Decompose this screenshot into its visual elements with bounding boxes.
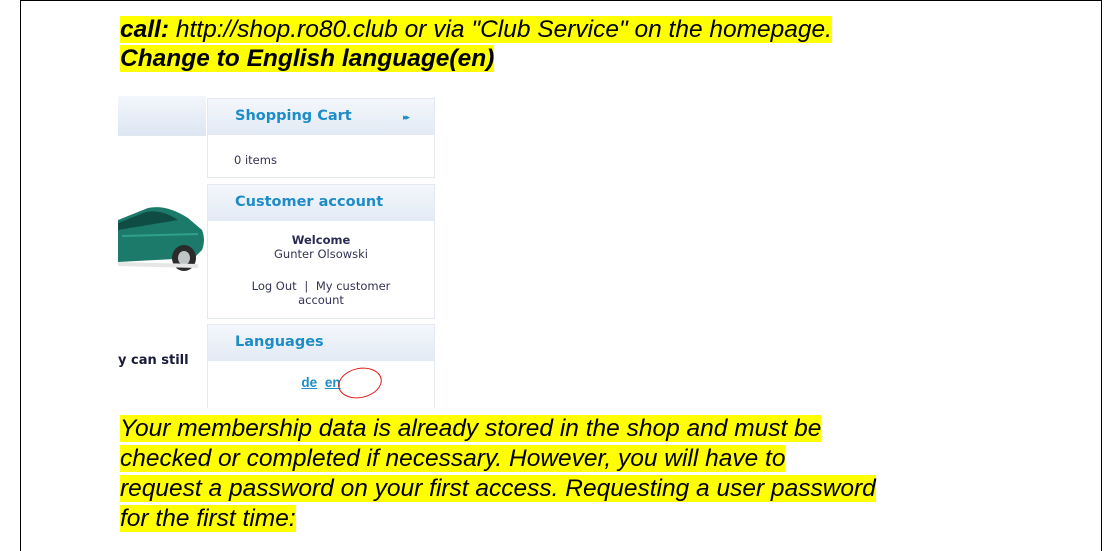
welcome-label: Welcome <box>291 233 351 247</box>
membership-paragraph: Your membership data is already stored i… <box>120 414 1100 534</box>
user-name: Gunter Olsowski <box>274 247 368 261</box>
shop-screenshot: y can still Shopping Cart ▸▸ 0 items Cus… <box>118 96 438 408</box>
shopping-cart-box: Shopping Cart ▸▸ 0 items <box>207 98 435 178</box>
languages-header: Languages <box>208 325 434 361</box>
shopping-cart-title: Shopping Cart <box>235 108 352 124</box>
language-de-link[interactable]: de <box>299 375 319 390</box>
cart-items: 0 items <box>234 153 277 167</box>
logout-link[interactable]: Log Out <box>252 279 297 293</box>
languages-box: Languages de en <box>207 324 435 408</box>
paragraph-line: request a password on your first access.… <box>120 475 876 502</box>
customer-account-box: Customer account Welcome Gunter Olsowski… <box>207 184 435 319</box>
change-language-text: Change to English language(en) <box>120 45 495 72</box>
intro-line-language: Change to English language(en) <box>120 44 495 73</box>
my-account-link[interactable]: My customer <box>316 279 391 293</box>
double-arrow-icon[interactable]: ▸▸ <box>403 113 410 123</box>
call-label: call: <box>120 16 170 43</box>
left-cut-text: y can still <box>118 353 189 368</box>
languages-title: Languages <box>235 334 324 350</box>
customer-account-header: Customer account <box>208 185 434 221</box>
red-circle-annotation <box>335 363 385 403</box>
call-text: http://shop.ro80.club or via "Club Servi… <box>169 16 832 43</box>
link-separator: | <box>304 279 309 293</box>
intro-line-call: call: http://shop.ro80.club or via "Club… <box>120 15 832 44</box>
paragraph-line: for the first time: <box>120 505 296 532</box>
my-account-link-line2[interactable]: account <box>298 293 344 307</box>
paragraph-line: Your membership data is already stored i… <box>120 415 822 442</box>
paragraph-line: checked or completed if necessary. Howev… <box>120 445 786 472</box>
shopping-cart-header[interactable]: Shopping Cart ▸▸ <box>208 99 434 135</box>
left-header-bar <box>118 96 206 136</box>
customer-account-title: Customer account <box>235 194 384 210</box>
car-image <box>118 207 204 271</box>
